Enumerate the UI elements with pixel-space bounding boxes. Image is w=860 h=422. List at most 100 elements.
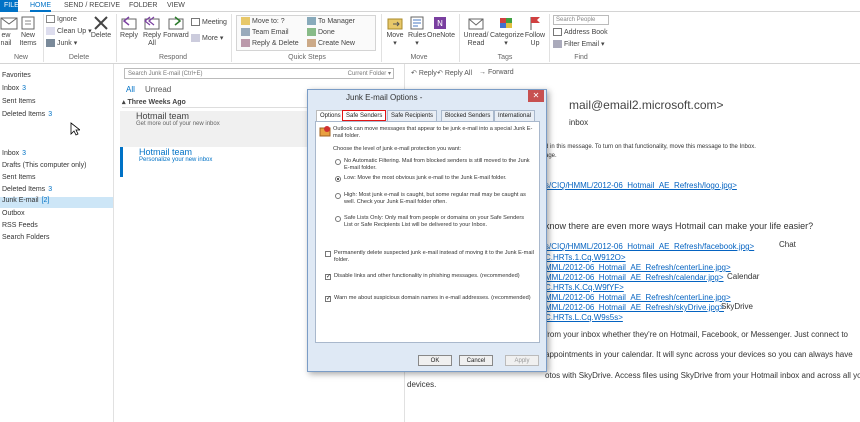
radio-low[interactable] bbox=[335, 176, 341, 182]
new-items-icon bbox=[21, 16, 35, 30]
filter-unread[interactable]: Unread bbox=[145, 85, 171, 94]
ribbon: ew nail New Items New Ignore Clean Up ▾ … bbox=[0, 12, 860, 64]
more-button[interactable]: More ▾ bbox=[191, 34, 223, 44]
filter-all[interactable]: All bbox=[126, 85, 135, 94]
address-book-button[interactable]: Address Book bbox=[553, 28, 608, 38]
tab-home[interactable]: HOME bbox=[30, 0, 51, 12]
radio-safe-lists-only[interactable] bbox=[335, 216, 341, 222]
body-link[interactable]: MML/2012-06_Hotmail_AE_Refresh/centerLin… bbox=[545, 293, 731, 302]
tab-send-receive[interactable]: SEND / RECEIVE bbox=[64, 0, 120, 12]
tab-view[interactable]: VIEW bbox=[167, 0, 185, 12]
folder-sent[interactable]: Sent Items bbox=[2, 174, 35, 181]
group-separator bbox=[116, 14, 117, 62]
search-scope-dropdown[interactable]: Current Folder ▾ bbox=[348, 69, 391, 79]
tab-safe-senders[interactable]: Safe Senders bbox=[342, 110, 387, 121]
forward-icon bbox=[168, 16, 184, 30]
forward-button[interactable]: Forward bbox=[163, 15, 189, 40]
filter-email-button[interactable]: Filter Email ▾ bbox=[553, 40, 604, 50]
folder-inbox[interactable]: Inbox 3 bbox=[2, 150, 26, 157]
reply-icon bbox=[121, 16, 137, 30]
reply-button[interactable]: Reply bbox=[118, 15, 140, 40]
folder-deleted[interactable]: Deleted Items 3 bbox=[2, 186, 52, 193]
checkbox-disable-links[interactable]: ✓ bbox=[325, 274, 331, 280]
ok-button[interactable]: OK bbox=[418, 355, 452, 366]
quick-step-move-to[interactable]: Move to: ? bbox=[241, 17, 285, 27]
body-link[interactable]: C.HRTs.L.Cq.W9s5s> bbox=[545, 313, 623, 322]
clean-up-button[interactable]: Clean Up ▾ bbox=[46, 27, 92, 37]
reading-reply-button[interactable]: ↶ Reply bbox=[411, 69, 437, 77]
folder-outbox[interactable]: Outbox bbox=[2, 210, 25, 217]
move-folder-icon bbox=[387, 18, 403, 30]
quick-step-done[interactable]: Done bbox=[307, 28, 335, 38]
body-link[interactable]: s/CIQ/HMML/2012-06_Hotmail_AE_Refresh/fa… bbox=[545, 242, 754, 251]
body-link[interactable]: C.HRTs.K.Cq.W9fYF> bbox=[545, 283, 624, 292]
reading-forward-button[interactable]: → Forward bbox=[479, 69, 514, 76]
quick-step-team-email[interactable]: Team Email bbox=[241, 28, 289, 38]
cancel-button[interactable]: Cancel bbox=[459, 355, 493, 366]
unread-read-icon bbox=[468, 18, 484, 30]
dialog-title: Junk E-mail Options - bbox=[346, 93, 423, 102]
folder-drafts[interactable]: Drafts (This computer only) bbox=[2, 162, 86, 169]
close-icon[interactable]: ✕ bbox=[528, 90, 544, 102]
follow-up-button[interactable]: Follow Up bbox=[523, 15, 547, 48]
folder-deleted-favorite[interactable]: Deleted Items 3 bbox=[2, 111, 52, 118]
radio-safe-lists-label: Safe Lists Only: Only mail from people o… bbox=[344, 215, 525, 228]
group-separator bbox=[231, 14, 232, 62]
body-link[interactable]: MML/2012-06_Hotmail_AE_Refresh/skyDrive.… bbox=[545, 303, 724, 312]
tab-blocked-senders[interactable]: Blocked Senders bbox=[441, 110, 495, 121]
apply-button[interactable]: Apply bbox=[505, 355, 539, 366]
group-label-find: Find bbox=[574, 54, 588, 61]
folder-search-folders[interactable]: Search Folders bbox=[2, 234, 49, 241]
mail-search-input[interactable]: Search Junk E-mail (Ctrl+E) Current Fold… bbox=[124, 68, 394, 79]
radio-no-filtering[interactable] bbox=[335, 159, 341, 165]
reading-reply-all-button[interactable]: ↶ Reply All bbox=[437, 69, 472, 77]
reply-all-button[interactable]: Reply All bbox=[141, 15, 163, 48]
tab-file[interactable]: FILE bbox=[0, 0, 19, 12]
tab-folder[interactable]: FOLDER bbox=[129, 0, 157, 12]
onenote-button[interactable]: N OneNote bbox=[427, 15, 455, 40]
checkbox-warn-suspicious[interactable]: ✓ bbox=[325, 296, 331, 302]
body-text: appointments in your calendar. It will s… bbox=[545, 350, 853, 359]
done-check-icon bbox=[307, 28, 316, 37]
body-link[interactable]: s/CIQ/HMML/2012-06_Hotmail_AE_Refresh/lo… bbox=[545, 181, 737, 190]
quick-step-to-manager[interactable]: To Manager bbox=[307, 17, 355, 27]
radio-low-label: Low: Move the most obvious junk e-mail t… bbox=[344, 175, 507, 181]
checkbox-permanently-delete[interactable] bbox=[325, 251, 331, 257]
calendar-icon bbox=[191, 18, 200, 27]
ignore-button[interactable]: Ignore bbox=[46, 15, 77, 25]
quick-step-reply-delete[interactable]: Reply & Delete bbox=[241, 39, 299, 49]
rules-button[interactable]: Rules ▾ bbox=[407, 15, 427, 48]
junk-button[interactable]: Junk ▾ bbox=[46, 39, 77, 49]
unread-read-button[interactable]: Unread/ Read bbox=[463, 15, 489, 48]
folder-inbox-favorite[interactable]: Inbox 3 bbox=[2, 85, 26, 92]
group-label-respond: Respond bbox=[158, 54, 188, 61]
new-items-button[interactable]: New Items bbox=[15, 15, 41, 48]
radio-high-label: High: Most junk e-mail is caught, but so… bbox=[344, 192, 526, 205]
folder-sent-favorite[interactable]: Sent Items bbox=[2, 98, 35, 105]
tab-international[interactable]: International bbox=[494, 110, 536, 121]
group-label-new: New bbox=[13, 54, 28, 61]
favorites-header[interactable]: Favorites bbox=[2, 72, 31, 79]
body-link[interactable]: MML/2012-06_Hotmail_AE_Refresh/centerLin… bbox=[545, 263, 731, 272]
body-link[interactable]: C.HRTs.1.Cq.W912O> bbox=[545, 253, 626, 262]
tab-options[interactable]: Options bbox=[316, 110, 345, 121]
delete-button[interactable]: Delete bbox=[88, 15, 114, 40]
body-text: from your inbox whether they're on Hotma… bbox=[545, 330, 849, 339]
quick-step-create-new[interactable]: Create New bbox=[307, 39, 355, 49]
body-text: Chat bbox=[779, 240, 796, 249]
search-people-input[interactable]: Search People bbox=[553, 15, 609, 25]
folder-pane: Favorites Inbox 3 Sent Items Deleted Item… bbox=[0, 64, 114, 422]
flag-icon bbox=[530, 17, 540, 30]
body-link[interactable]: MML/2012-06_Hotmail_AE_Refresh/calendar.… bbox=[545, 273, 724, 282]
move-button[interactable]: Move ▾ bbox=[384, 15, 406, 48]
group-label-quick-steps: Quick Steps bbox=[288, 54, 326, 61]
categorize-button[interactable]: Categorize ▾ bbox=[490, 15, 524, 48]
radio-high[interactable] bbox=[335, 193, 341, 199]
folder-rss-feeds[interactable]: RSS Feeds bbox=[2, 222, 38, 229]
new-email-button[interactable]: ew nail bbox=[0, 15, 18, 48]
folder-junk-email[interactable]: Junk E-mail [2] bbox=[0, 197, 113, 208]
junk-notice: d in this message. To turn on that funct… bbox=[545, 144, 756, 150]
meeting-button[interactable]: Meeting bbox=[191, 18, 227, 28]
tab-safe-recipients[interactable]: Safe Recipients bbox=[387, 110, 438, 121]
categorize-icon bbox=[500, 18, 512, 28]
